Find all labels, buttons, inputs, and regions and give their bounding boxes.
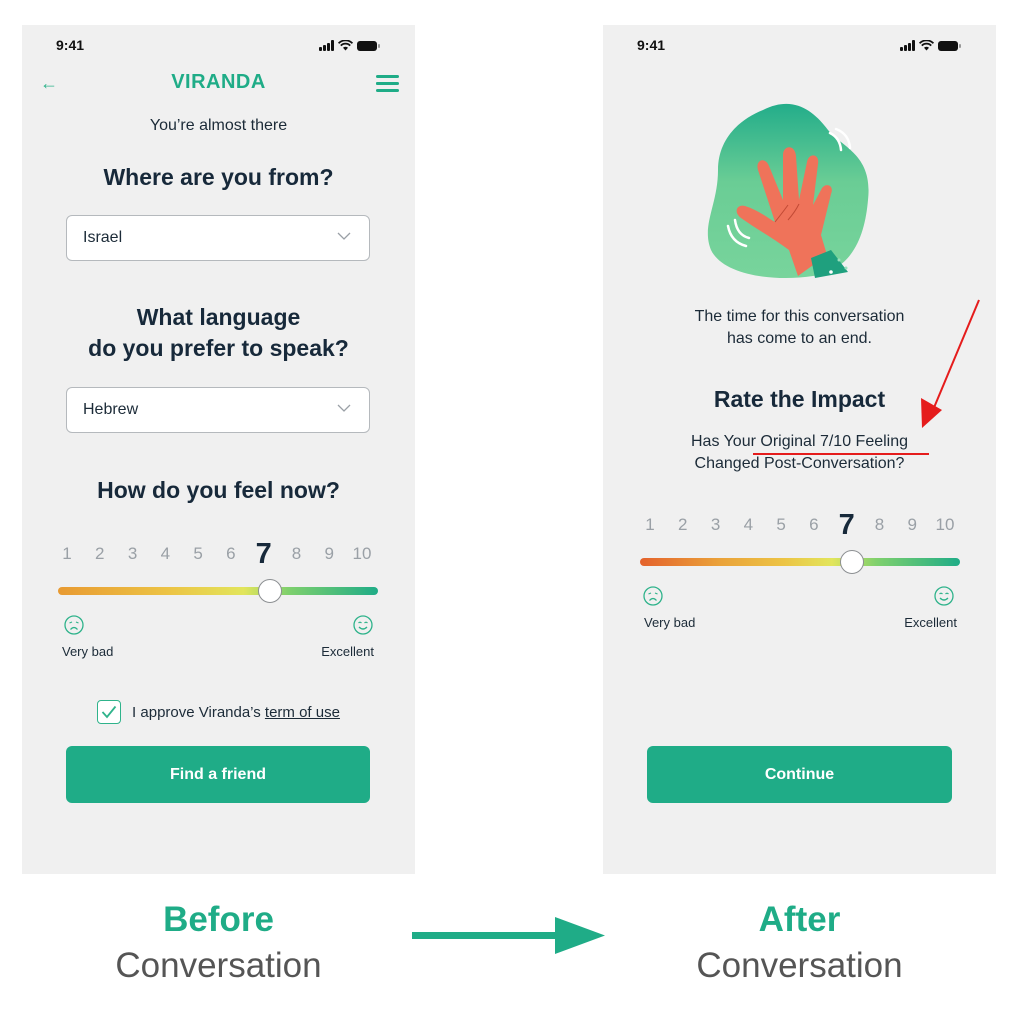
rating-scale: 1 2 3 4 5 6 7 8 9 10 (603, 510, 996, 540)
happy-face-icon (353, 615, 373, 635)
top-nav: ← VIRANDA (22, 71, 415, 99)
status-time: 9:41 (637, 37, 666, 53)
status-time: 9:41 (56, 37, 85, 53)
language-value: Hebrew (83, 401, 139, 418)
rating-scale: 1 2 3 4 5 6 7 8 9 10 (22, 539, 415, 569)
scale-number-10[interactable]: 10 (936, 510, 955, 540)
country-select[interactable]: Israel (66, 215, 370, 261)
original-feeling-highlight: Original 7/10 Feeling (760, 433, 909, 450)
signal-icon (900, 40, 915, 51)
scale-number-6[interactable]: 6 (226, 539, 235, 569)
scale-number-1[interactable]: 1 (62, 539, 71, 569)
conversation-ended-message: The time for this conversation has come … (694, 308, 905, 347)
rating-slider-track[interactable] (640, 550, 960, 574)
happy-face-icon (934, 586, 954, 606)
chevron-down-icon (337, 404, 351, 412)
menu-icon[interactable] (376, 75, 399, 93)
status-bar: 9:41 (22, 37, 415, 57)
scale-number-5[interactable]: 5 (193, 539, 202, 569)
scale-number-3[interactable]: 3 (128, 539, 137, 569)
rating-slider-track[interactable] (58, 579, 378, 603)
checkmark-icon (101, 705, 117, 719)
country-value: Israel (83, 229, 123, 246)
scale-number-1[interactable]: 1 (645, 510, 654, 540)
after-caption: After Conversation (696, 900, 903, 985)
sad-face-icon (643, 586, 663, 606)
after-screen: 9:41 The time for this conversation has … (603, 25, 996, 874)
viranda-logo: VIRANDA (171, 71, 266, 93)
scale-number-8[interactable]: 8 (292, 539, 301, 569)
scale-number-2[interactable]: 2 (678, 510, 687, 540)
scale-number-7[interactable]: 7 (256, 539, 272, 569)
high-label: Excellent (321, 644, 374, 659)
battery-icon (357, 40, 380, 51)
before-caption: Before Conversation (115, 900, 322, 985)
find-friend-button[interactable]: Find a friend (66, 746, 370, 803)
low-label: Very bad (62, 644, 114, 659)
scale-number-4[interactable]: 4 (744, 510, 753, 540)
high-label: Excellent (904, 615, 957, 630)
scale-number-7[interactable]: 7 (839, 510, 855, 540)
battery-icon (938, 40, 961, 51)
rating-slider-thumb[interactable] (257, 579, 282, 603)
country-question: Where are you from? (103, 164, 334, 190)
feeling-question: How do you feel now? (97, 477, 340, 503)
language-select[interactable]: Hebrew (66, 387, 370, 433)
terms-link[interactable]: term of use (265, 704, 340, 721)
status-bar: 9:41 (603, 37, 996, 57)
scale-number-6[interactable]: 6 (809, 510, 818, 540)
transition-arrow-icon (412, 917, 605, 954)
continue-button[interactable]: Continue (647, 746, 952, 803)
scale-number-10[interactable]: 10 (353, 539, 372, 569)
scale-number-5[interactable]: 5 (776, 510, 785, 540)
wifi-icon (338, 40, 353, 51)
scale-number-4[interactable]: 4 (161, 539, 170, 569)
scale-number-8[interactable]: 8 (875, 510, 884, 540)
terms-row: I approve Viranda’s term of use (22, 700, 415, 724)
language-question: What language do you prefer to speak? (88, 304, 349, 361)
signal-icon (319, 40, 334, 51)
terms-checkbox[interactable] (97, 700, 122, 724)
sad-face-icon (64, 615, 84, 635)
rating-slider-thumb[interactable] (839, 550, 864, 574)
terms-text: I approve Viranda’s (132, 703, 265, 721)
scale-number-9[interactable]: 9 (907, 510, 916, 540)
low-label: Very bad (644, 615, 696, 630)
impact-question: Has Your Original 7/10 Feeling Changed P… (690, 433, 909, 472)
waving-hand-illustration (707, 103, 869, 279)
subtitle: You’re almost there (149, 117, 288, 134)
before-screen: 9:41 ← VIRANDA You’re almost there Where… (22, 25, 415, 874)
scale-number-3[interactable]: 3 (711, 510, 720, 540)
scale-number-9[interactable]: 9 (324, 539, 333, 569)
chevron-down-icon (337, 232, 351, 240)
scale-number-2[interactable]: 2 (95, 539, 104, 569)
rate-impact-heading: Rate the Impact (713, 386, 886, 412)
wifi-icon (919, 40, 934, 51)
